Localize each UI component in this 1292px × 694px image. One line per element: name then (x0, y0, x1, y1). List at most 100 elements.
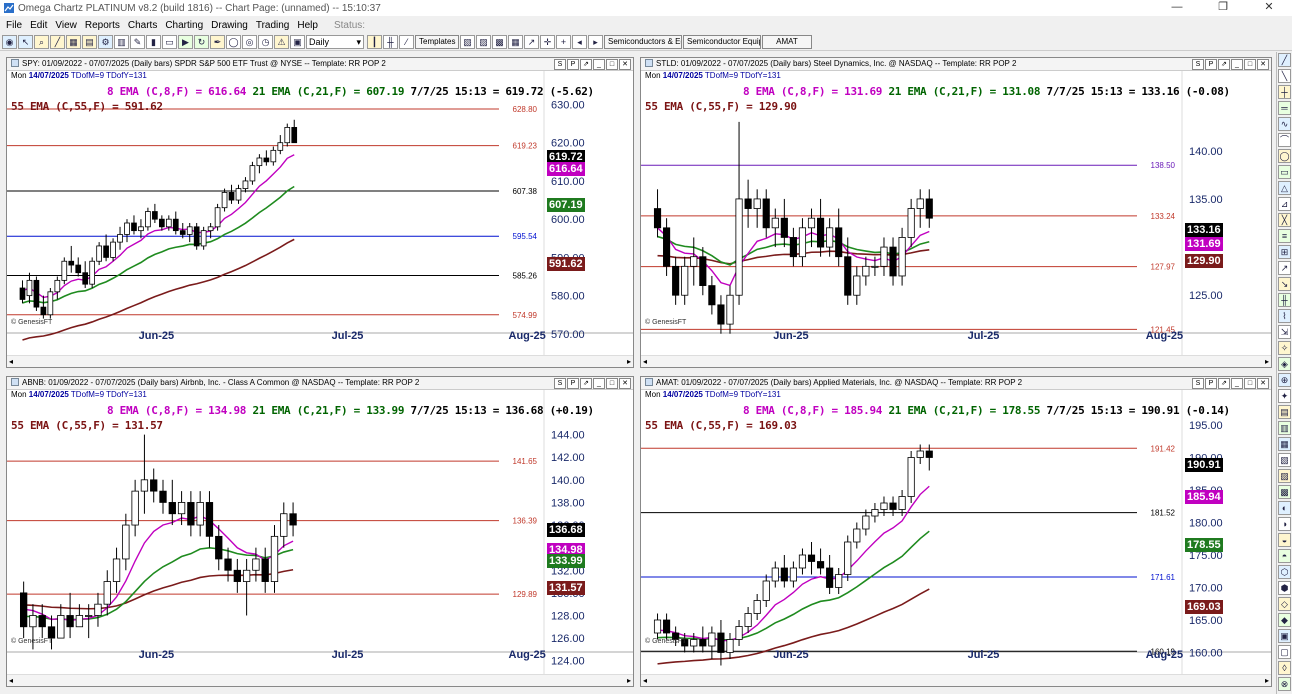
pane-minimize-button[interactable]: _ (1231, 59, 1243, 70)
menu-trading[interactable]: Trading (256, 20, 290, 31)
scroll-right-icon[interactable]: ▸ (1265, 676, 1269, 685)
symbol-list-2[interactable]: Semiconductor Equipm (683, 35, 761, 49)
pane-maximize-button[interactable]: □ (1244, 378, 1256, 389)
draw-tool-1-icon[interactable]: ╱ (1278, 53, 1291, 67)
draw-tool-22-icon[interactable]: ✦ (1278, 389, 1291, 403)
draw-tool-13-icon[interactable]: ⊞ (1278, 245, 1291, 259)
pane-link-icon[interactable]: ⇗ (1218, 378, 1230, 389)
draw-tool-34-icon[interactable]: ⬢ (1278, 581, 1291, 595)
pen-icon[interactable]: ✒ (210, 35, 225, 49)
draw-tool-33-icon[interactable]: ⬡ (1278, 565, 1291, 579)
symbol-list-3[interactable]: AMAT (762, 35, 812, 49)
draw-tool-2-icon[interactable]: ╲ (1278, 69, 1291, 83)
scroll-right-icon[interactable]: ▸ (627, 357, 631, 366)
draw-tool-18-icon[interactable]: ⇲ (1278, 325, 1291, 339)
pane-close-button[interactable]: ✕ (619, 378, 631, 389)
restore-button[interactable]: ❐ (1200, 0, 1246, 16)
draw-tool-19-icon[interactable]: ✧ (1278, 341, 1291, 355)
draw-tool-24-icon[interactable]: ▥ (1278, 421, 1291, 435)
scroll-right-icon[interactable]: ▸ (1265, 357, 1269, 366)
draw-tool-15-icon[interactable]: ↘ (1278, 277, 1291, 291)
plus-icon[interactable]: + (556, 35, 571, 49)
horizontal-scrollbar[interactable]: ◂ ▸ (7, 674, 633, 686)
draw-tool-9-icon[interactable]: △ (1278, 181, 1291, 195)
clock-icon[interactable]: ◷ (258, 35, 273, 49)
draw-tool-8-icon[interactable]: ▭ (1278, 165, 1291, 179)
draw-tool-10-icon[interactable]: ⊿ (1278, 197, 1291, 211)
horizontal-scrollbar[interactable]: ◂ ▸ (641, 355, 1271, 367)
pane-p-button[interactable]: P (567, 378, 579, 389)
chart-pane-stld[interactable]: STLD: 01/09/2022 - 07/07/2025 (Daily bar… (640, 57, 1272, 368)
pane-p-button[interactable]: P (1205, 59, 1217, 70)
minimize-button[interactable]: — (1154, 0, 1200, 16)
globe-icon[interactable]: ◉ (2, 35, 17, 49)
draw-tool-16-icon[interactable]: ╫ (1278, 293, 1291, 307)
scan-icon[interactable]: ⚙ (98, 35, 113, 49)
ohlc-icon[interactable]: ╫ (383, 35, 398, 49)
pane-minimize-button[interactable]: _ (593, 59, 605, 70)
horizontal-scrollbar[interactable]: ◂ ▸ (641, 674, 1271, 686)
symbol-list-1[interactable]: Semiconductors & Equi (604, 35, 682, 49)
draw-tool-30-icon[interactable]: ◑ (1278, 517, 1291, 531)
draw-tool-20-icon[interactable]: ◈ (1278, 357, 1291, 371)
draw-tool-4-icon[interactable]: ═ (1278, 101, 1291, 115)
pane-s-button[interactable]: S (554, 378, 566, 389)
menu-reports[interactable]: Reports (85, 20, 120, 31)
calendar-icon[interactable]: ▣ (290, 35, 305, 49)
layout2-icon[interactable]: ▨ (476, 35, 491, 49)
draw-tool-28-icon[interactable]: ▩ (1278, 485, 1291, 499)
pane-s-button[interactable]: S (1192, 378, 1204, 389)
layout1-icon[interactable]: ▧ (460, 35, 475, 49)
alert-icon[interactable]: ⚠ (274, 35, 289, 49)
pane-link-icon[interactable]: ⇗ (580, 59, 592, 70)
draw-tool-40-icon[interactable]: ⊗ (1278, 677, 1291, 691)
horizontal-scrollbar[interactable]: ◂ ▸ (7, 355, 633, 367)
draw-tool-36-icon[interactable]: ◆ (1278, 613, 1291, 627)
scroll-right-icon[interactable]: ▸ (627, 676, 631, 685)
draw-tool-27-icon[interactable]: ▨ (1278, 469, 1291, 483)
close-button[interactable]: ✕ (1246, 0, 1292, 16)
draw-tool-37-icon[interactable]: ▣ (1278, 629, 1291, 643)
menu-charting[interactable]: Charting (165, 20, 203, 31)
target-icon[interactable]: ◎ (242, 35, 257, 49)
menu-view[interactable]: View (55, 20, 77, 31)
circle-icon[interactable]: ◯ (226, 35, 241, 49)
draw-tool-29-icon[interactable]: ◐ (1278, 501, 1291, 515)
draw-tool-31-icon[interactable]: ◒ (1278, 533, 1291, 547)
draw-tool-5-icon[interactable]: ∿ (1278, 117, 1291, 131)
refresh-icon[interactable]: ↻ (194, 35, 209, 49)
scroll-left-icon[interactable]: ◂ (9, 676, 13, 685)
table-icon[interactable]: ▥ (114, 35, 129, 49)
draw-tool-7-icon[interactable]: ◯ (1278, 149, 1291, 163)
draw-tool-11-icon[interactable]: ╳ (1278, 213, 1291, 227)
menu-charts[interactable]: Charts (128, 20, 157, 31)
chart-icon[interactable]: ▤ (82, 35, 97, 49)
draw-tool-3-icon[interactable]: ┼ (1278, 85, 1291, 99)
draw-tool-25-icon[interactable]: ▦ (1278, 437, 1291, 451)
chart-pane-spy[interactable]: SPY: 01/09/2022 - 07/07/2025 (Daily bars… (6, 57, 634, 368)
pane-s-button[interactable]: S (1192, 59, 1204, 70)
draw-tool-17-icon[interactable]: ⌇ (1278, 309, 1291, 323)
layout4-icon[interactable]: ▦ (508, 35, 523, 49)
pane-minimize-button[interactable]: _ (593, 378, 605, 389)
pane-s-button[interactable]: S (554, 59, 566, 70)
scroll-left-icon[interactable]: ◂ (643, 357, 647, 366)
pane-close-button[interactable]: ✕ (619, 59, 631, 70)
draw-tool-12-icon[interactable]: ≡ (1278, 229, 1291, 243)
linechart-icon[interactable]: ⁄ (399, 35, 414, 49)
pane-close-button[interactable]: ✕ (1257, 378, 1269, 389)
crosshair-icon[interactable]: ✛ (540, 35, 555, 49)
pencil-icon[interactable]: ✎ (130, 35, 145, 49)
pane-minimize-button[interactable]: _ (1231, 378, 1243, 389)
pane-link-icon[interactable]: ⇗ (580, 378, 592, 389)
grid-icon[interactable]: ▦ (66, 35, 81, 49)
templates-button[interactable]: Templates (415, 35, 459, 49)
chart-pane-abnb[interactable]: ABNB: 01/09/2022 - 07/07/2025 (Daily bar… (6, 376, 634, 687)
menu-drawing[interactable]: Drawing (211, 20, 248, 31)
draw-tool-23-icon[interactable]: ▤ (1278, 405, 1291, 419)
chart-pane-amat[interactable]: AMAT: 01/09/2022 - 07/07/2025 (Daily bar… (640, 376, 1272, 687)
draw-tool-6-icon[interactable]: ⌒ (1278, 133, 1291, 147)
zoom-icon[interactable]: ⌕ (34, 35, 49, 49)
scroll-left-icon[interactable]: ◂ (9, 357, 13, 366)
draw-tool-38-icon[interactable]: ▢ (1278, 645, 1291, 659)
